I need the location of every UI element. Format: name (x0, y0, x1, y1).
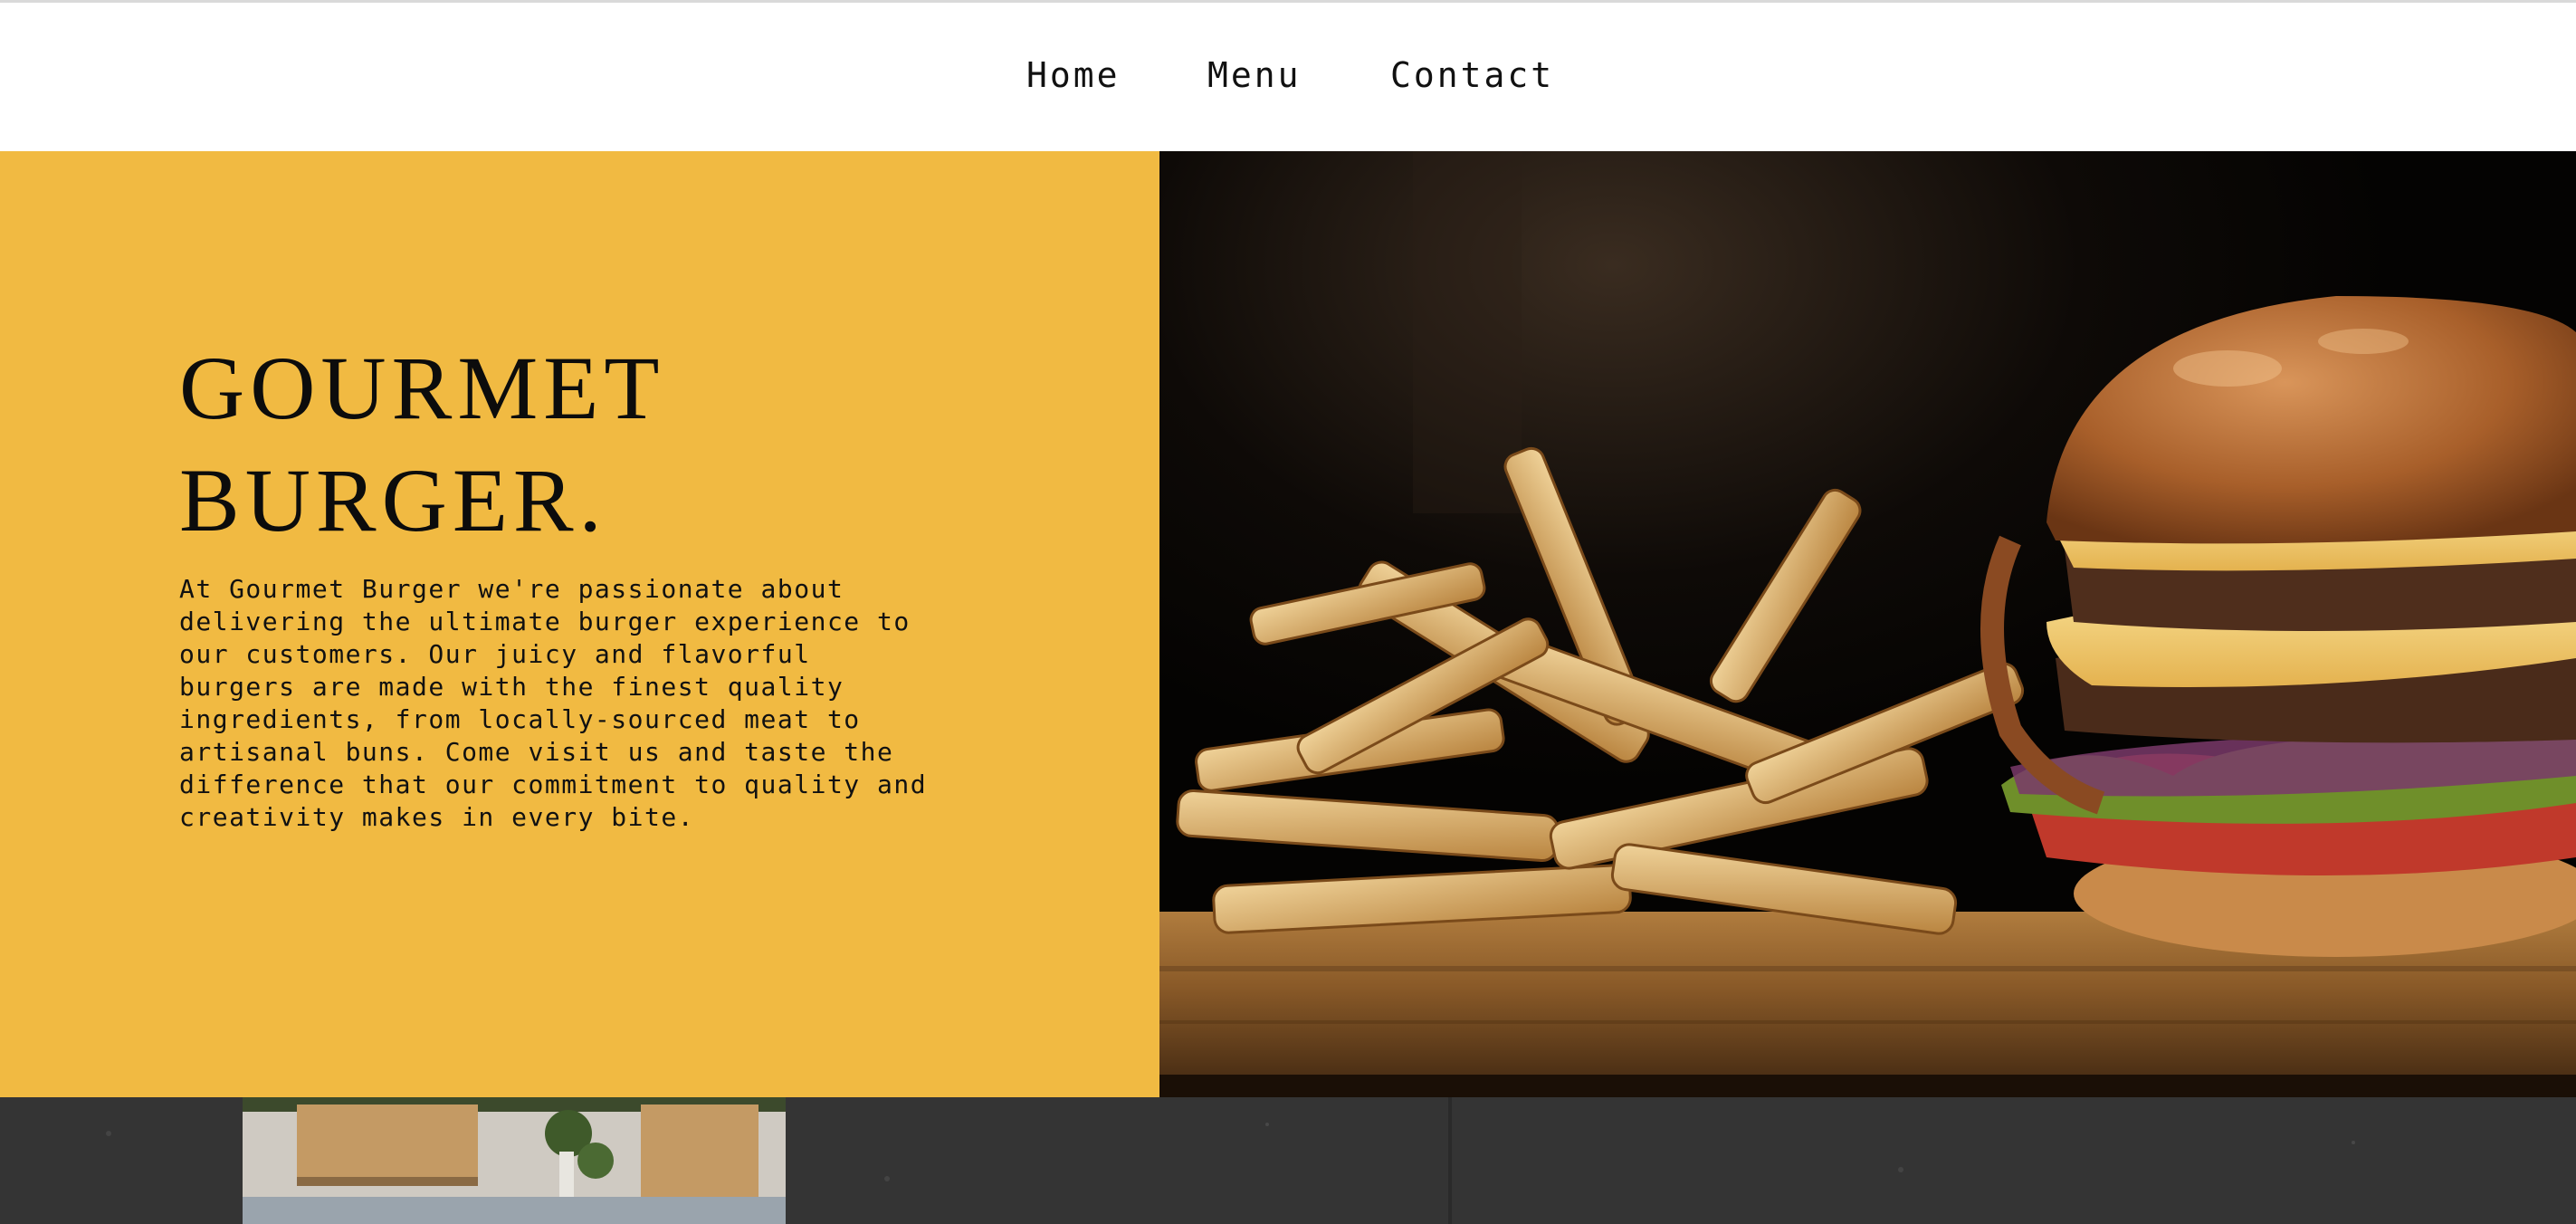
page: Home Menu Contact GOURMET BURGER. At Gou… (0, 0, 2576, 1224)
hero-title: GOURMET BURGER. (179, 332, 994, 557)
nav-link-contact[interactable]: Contact (1390, 55, 1554, 95)
nav-link-menu[interactable]: Menu (1207, 55, 1302, 95)
nav-link-home[interactable]: Home (1026, 55, 1121, 95)
interior-photo-icon (243, 1097, 786, 1224)
navbar: Home Menu Contact (0, 3, 2576, 151)
hero-title-line-1: GOURMET (179, 338, 665, 438)
bottom-section (0, 1097, 2576, 1224)
hero-description: At Gourmet Burger we're passionate about… (179, 574, 928, 832)
hero-title-line-2: BURGER. (179, 450, 607, 550)
hero-burger-image (1159, 151, 2576, 1097)
hero-text-panel: GOURMET BURGER. At Gourmet Burger we're … (0, 151, 1159, 1097)
interior-photo (243, 1097, 786, 1224)
burger-and-fries-photo-icon (1159, 151, 2576, 1097)
